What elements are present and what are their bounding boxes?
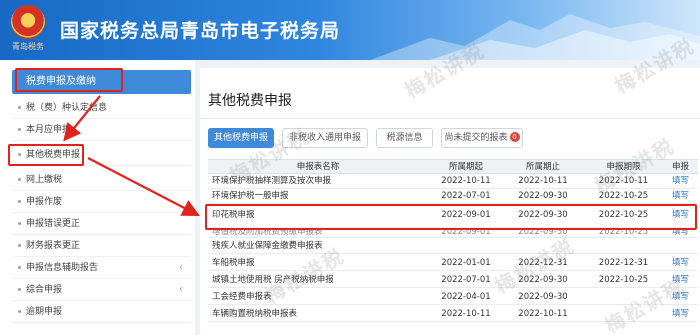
sidebar-item-label: 本月应申报 bbox=[26, 125, 72, 135]
site-header: 青岛税务 国家税务总局青岛市电子税务局 bbox=[0, 0, 700, 60]
bullet-icon bbox=[18, 266, 21, 269]
sidebar-item-declaration-aux-report[interactable]: 申报信息辅助报告 ‹ bbox=[12, 257, 191, 279]
bullet-icon bbox=[18, 200, 21, 203]
tax-emblem-icon bbox=[11, 5, 45, 39]
header-form-name: 申报表名称 bbox=[296, 162, 340, 172]
bullet-icon bbox=[18, 178, 21, 181]
tab-other-declaration[interactable]: 其他税费申报 bbox=[208, 128, 274, 148]
cell-period-end: 2022-10-11 bbox=[518, 309, 568, 319]
fill-link[interactable]: 填写 bbox=[663, 256, 698, 270]
cell-period-end: 2022-09-30 bbox=[518, 275, 568, 285]
cell-form-name: 工会经费申报表 bbox=[212, 292, 272, 302]
bullet-icon bbox=[18, 106, 21, 109]
sidebar-item-comprehensive-declaration[interactable]: 综合申报 ‹ bbox=[12, 279, 191, 301]
fill-link[interactable]: 填写 bbox=[663, 307, 698, 321]
mountain-banner-graphic bbox=[370, 14, 700, 60]
cell-period-end bbox=[504, 239, 582, 253]
fill-link[interactable]: 填写 bbox=[663, 273, 698, 287]
sidebar-item-label: 税（费）种认定信息 bbox=[26, 103, 108, 113]
cell-period-start bbox=[430, 239, 502, 253]
sidebar-item-financial-report-correction[interactable]: 财务报表更正 bbox=[12, 235, 191, 257]
fill-link[interactable]: 填写 bbox=[663, 174, 698, 188]
cell-period-end: 2022-10-11 bbox=[518, 176, 568, 186]
page-title: 其他税费申报 bbox=[208, 93, 292, 109]
cell-deadline bbox=[585, 239, 662, 253]
tab-tax-source-info[interactable]: 税源信息 bbox=[376, 128, 433, 148]
fill-link[interactable]: 填写 bbox=[663, 189, 698, 203]
tab-non-tax-income[interactable]: 非税收入通用申报 bbox=[282, 128, 368, 148]
title-divider bbox=[200, 118, 700, 119]
sidebar-item-label: 综合申报 bbox=[26, 285, 63, 295]
cell-period-start: 2022-04-01 bbox=[441, 292, 491, 302]
bullet-icon bbox=[18, 288, 21, 291]
table-row: 环境保护税抽样测算及按次申报 2022-10-11 2022-10-11 202… bbox=[208, 174, 698, 189]
chevron-left-icon: ‹ bbox=[179, 284, 183, 295]
highlight-box-section bbox=[15, 68, 123, 92]
emblem-caption: 青岛税务 bbox=[12, 42, 44, 51]
sidebar: 税费申报及缴纳 税（费）种认定信息 本月应申报 其他税费申报 网上缴税 申报作废… bbox=[0, 60, 195, 335]
cell-form-name: 环境保护税一般申报 bbox=[212, 191, 289, 201]
cell-period-start: 2022-07-01 bbox=[441, 275, 491, 285]
cell-deadline: 2022-10-25 bbox=[598, 275, 649, 285]
bullet-icon bbox=[18, 310, 21, 313]
sidebar-item-label: 财务报表更正 bbox=[26, 241, 81, 251]
bullet-icon bbox=[18, 128, 21, 131]
cell-deadline bbox=[585, 307, 662, 321]
table-row: 城镇土地使用税 房产税纳税申报 2022-07-01 2022-09-30 20… bbox=[208, 273, 698, 288]
cell-period-start: 2022-01-01 bbox=[441, 258, 491, 268]
header-action: 申报 bbox=[671, 162, 689, 172]
cell-period-start: 2022-10-11 bbox=[441, 176, 491, 186]
table-row: 车辆购置税纳税申报表 2022-10-11 2022-10-11 填写 bbox=[208, 307, 698, 322]
cell-form-name: 城镇土地使用税 房产税纳税申报 bbox=[212, 275, 334, 285]
bullet-icon bbox=[18, 244, 21, 247]
sidebar-item-label: 申报错误更正 bbox=[26, 219, 81, 229]
cell-form-name: 车船税申报 bbox=[212, 258, 255, 268]
sidebar-item-correct-declaration[interactable]: 申报错误更正 bbox=[12, 213, 191, 235]
sidebar-item-label: 逾期申报 bbox=[26, 307, 63, 317]
cell-period-start: 2022-10-11 bbox=[441, 309, 491, 319]
sidebar-item-monthly-declaration[interactable]: 本月应申报 bbox=[12, 119, 191, 141]
cell-period-start: 2022-07-01 bbox=[441, 191, 491, 201]
table-header: 申报表名称 所属期起 所属期止 申报期限 申报 bbox=[208, 159, 698, 174]
sidebar-item-label: 申报作废 bbox=[26, 197, 63, 207]
tab-label: 尚未提交的报表 bbox=[444, 133, 508, 143]
cell-deadline: 2022-10-25 bbox=[598, 191, 649, 201]
cell-deadline: 2022-12-31 bbox=[598, 258, 649, 268]
main-panel: 其他税费申报 其他税费申报 非税收入通用申报 税源信息 尚未提交的报表 0 申报表… bbox=[200, 68, 700, 335]
table-row: 环境保护税一般申报 2022-07-01 2022-09-30 2022-10-… bbox=[208, 189, 698, 204]
site-title: 国家税务总局青岛市电子税务局 bbox=[60, 20, 341, 42]
cell-form-name: 车辆购置税纳税申报表 bbox=[212, 309, 298, 319]
header-period-end: 所属期止 bbox=[525, 162, 560, 172]
sidebar-item-tax-type-info[interactable]: 税（费）种认定信息 bbox=[12, 97, 191, 119]
count-badge: 0 bbox=[509, 132, 520, 142]
header-period-start: 所属期起 bbox=[448, 162, 483, 172]
sidebar-item-overdue-declaration[interactable]: 逾期申报 bbox=[12, 301, 191, 323]
fill-link[interactable] bbox=[663, 239, 698, 253]
fill-link[interactable]: 填写 bbox=[663, 290, 698, 304]
sidebar-item-online-payment[interactable]: 网上缴税 bbox=[12, 169, 191, 191]
bullet-icon bbox=[18, 222, 21, 225]
highlight-box-other-declaration bbox=[8, 144, 84, 166]
table-row: 残疾人就业保障金缴费申报表 bbox=[208, 239, 698, 254]
cell-form-name: 环境保护税抽样测算及按次申报 bbox=[212, 176, 332, 186]
sidebar-item-label: 申报信息辅助报告 bbox=[26, 263, 99, 273]
cell-period-end: 2022-09-30 bbox=[518, 292, 568, 302]
cell-form-name: 残疾人就业保障金缴费申报表 bbox=[212, 241, 323, 251]
sidebar-item-void-declaration[interactable]: 申报作废 bbox=[12, 191, 191, 213]
cell-period-end: 2022-09-30 bbox=[518, 191, 568, 201]
tab-unsubmitted-reports[interactable]: 尚未提交的报表 0 bbox=[441, 128, 523, 148]
chevron-left-icon: ‹ bbox=[179, 262, 183, 273]
cell-deadline bbox=[585, 290, 662, 304]
cell-deadline: 2022-10-11 bbox=[598, 176, 649, 186]
header-deadline: 申报期限 bbox=[606, 162, 641, 172]
table-row: 工会经费申报表 2022-04-01 2022-09-30 填写 bbox=[208, 290, 698, 305]
highlight-box-stamp-duty-row bbox=[205, 204, 697, 230]
cell-period-end: 2022-12-31 bbox=[518, 258, 568, 268]
table-row: 车船税申报 2022-01-01 2022-12-31 2022-12-31 填… bbox=[208, 256, 698, 271]
sidebar-item-label: 网上缴税 bbox=[26, 175, 63, 185]
